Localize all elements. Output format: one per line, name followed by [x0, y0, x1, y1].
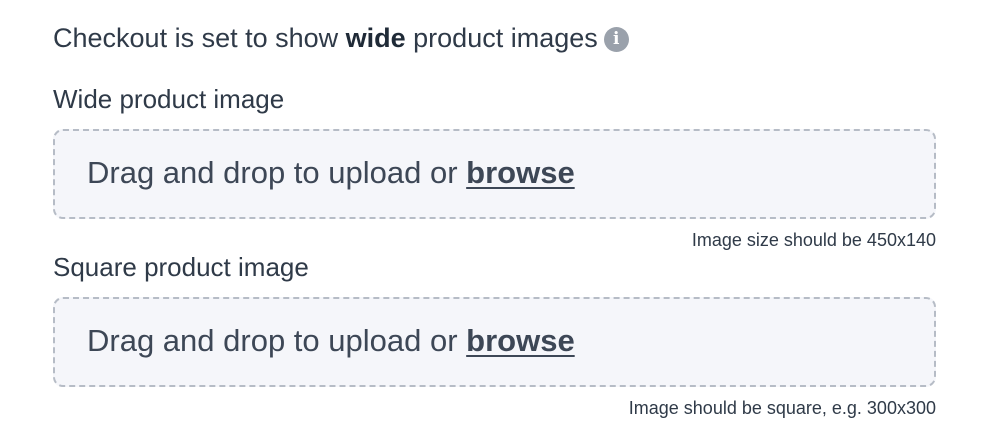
heading-emphasis: wide — [345, 23, 406, 53]
square-image-size-hint: Image should be square, e.g. 300x300 — [628, 398, 936, 418]
wide-image-dropzone[interactable]: Drag and drop to upload or browse — [53, 129, 936, 219]
heading-prefix: Checkout is set to show — [53, 23, 346, 53]
square-image-drop-text: Drag and drop to upload or browse — [87, 321, 575, 361]
wide-image-browse-link[interactable]: browse — [466, 155, 575, 190]
wide-image-drop-text: Drag and drop to upload or browse — [87, 153, 575, 193]
square-image-label: Square product image — [53, 252, 309, 282]
square-image-dropzone[interactable]: Drag and drop to upload or browse — [53, 297, 936, 387]
wide-image-label: Wide product image — [53, 84, 285, 114]
square-image-browse-link[interactable]: browse — [466, 323, 575, 358]
info-icon[interactable]: i — [603, 27, 629, 52]
wide-image-drop-prompt: Drag and drop to upload or — [87, 155, 467, 190]
checkout-image-setting-heading: Checkout is set to show wide product ima… — [53, 20, 629, 56]
heading-suffix: product images — [405, 23, 598, 53]
wide-image-size-hint: Image size should be 450x140 — [691, 230, 936, 250]
square-image-drop-prompt: Drag and drop to upload or — [87, 323, 467, 358]
